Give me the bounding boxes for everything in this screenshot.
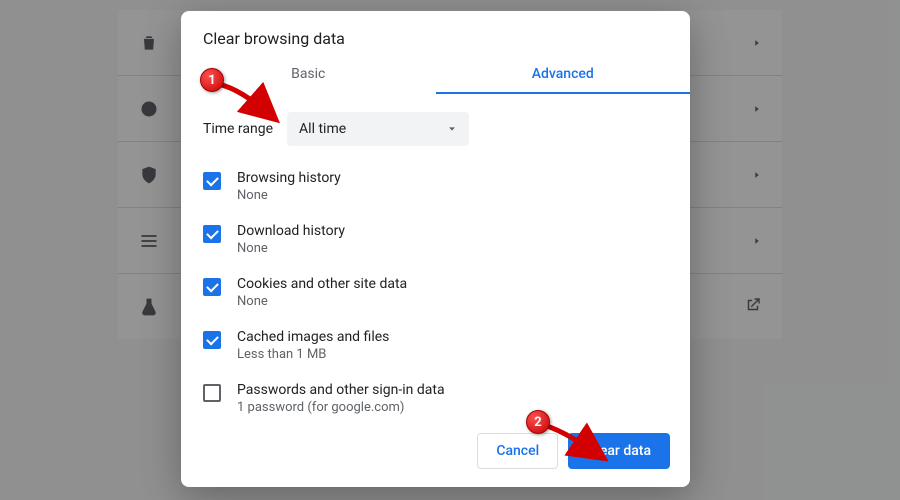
annotation-step-2: 2 [526, 410, 550, 434]
clear-browsing-data-dialog: Clear browsing data Basic Advanced Time … [181, 11, 690, 487]
chevron-down-icon [447, 124, 457, 134]
option-sub: None [237, 241, 345, 256]
checkbox-passwords[interactable] [203, 384, 221, 402]
time-range-row: Time range All time [203, 94, 668, 160]
option-download-history[interactable]: Download history None [203, 213, 668, 266]
time-range-label: Time range [203, 121, 273, 137]
cancel-button[interactable]: Cancel [477, 433, 558, 469]
option-cookies[interactable]: Cookies and other site data None [203, 266, 668, 319]
time-range-select[interactable]: All time [287, 112, 469, 146]
option-label: Cached images and files [237, 329, 389, 345]
dialog-tabs: Basic Advanced [181, 56, 690, 94]
option-sub: 1 password (for google.com) [237, 400, 445, 415]
checkbox-browsing-history[interactable] [203, 172, 221, 190]
dialog-scroll-area[interactable]: Time range All time Browsing history None… [181, 94, 690, 419]
tab-advanced[interactable]: Advanced [436, 56, 691, 94]
option-passwords[interactable]: Passwords and other sign-in data 1 passwo… [203, 372, 668, 419]
checkbox-cached[interactable] [203, 331, 221, 349]
option-sub: Less than 1 MB [237, 347, 389, 362]
checkbox-cookies[interactable] [203, 278, 221, 296]
option-label: Passwords and other sign-in data [237, 382, 445, 398]
option-sub: None [237, 188, 341, 203]
dialog-footer: Cancel Clear data [181, 419, 690, 487]
clear-data-button[interactable]: Clear data [568, 433, 670, 469]
option-sub: None [237, 294, 407, 309]
option-label: Browsing history [237, 170, 341, 186]
annotation-step-1: 1 [200, 68, 224, 92]
option-label: Cookies and other site data [237, 276, 407, 292]
checkbox-download-history[interactable] [203, 225, 221, 243]
time-range-value: All time [299, 121, 346, 137]
dialog-title: Clear browsing data [181, 11, 690, 56]
option-browsing-history[interactable]: Browsing history None [203, 160, 668, 213]
option-label: Download history [237, 223, 345, 239]
option-cached[interactable]: Cached images and files Less than 1 MB [203, 319, 668, 372]
